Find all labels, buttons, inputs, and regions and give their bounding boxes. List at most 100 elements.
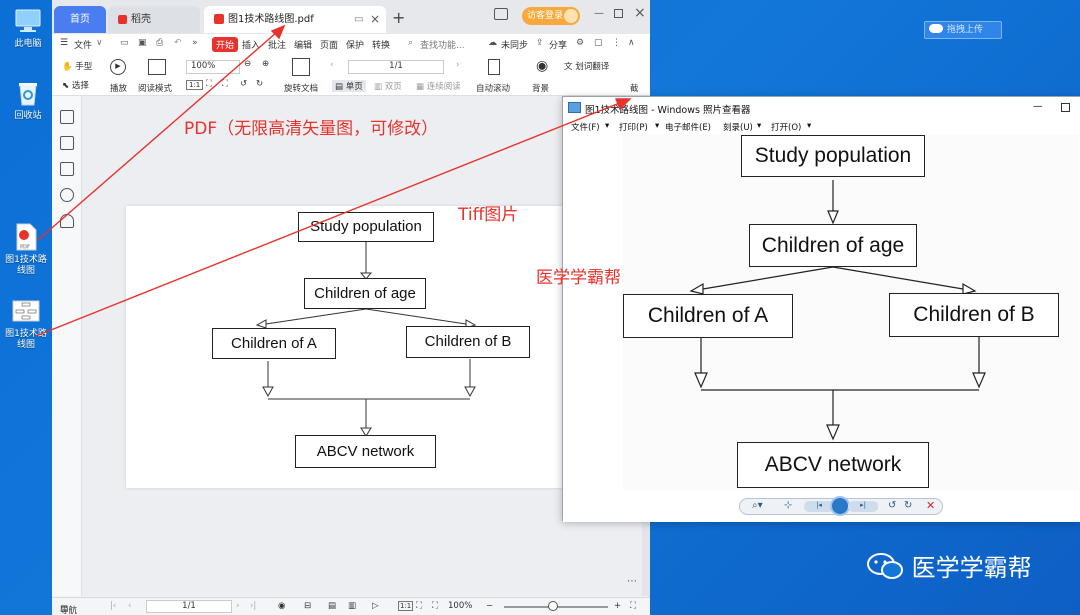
hamburger-icon[interactable]: ☰ [60, 38, 68, 48]
viewer-menu-burn[interactable]: 刻录(U) [723, 121, 753, 133]
menu-protect[interactable]: 保护 [346, 38, 364, 51]
play-status-icon[interactable]: ▷ [372, 601, 379, 611]
settings-icon[interactable]: ⚙ [576, 38, 584, 48]
tab-pdf-document[interactable]: 图1技术路线图.pdf ▭ × [204, 6, 386, 33]
stamp-icon[interactable] [60, 214, 74, 228]
status-zoom-in-icon[interactable]: + [614, 601, 621, 611]
menu-file[interactable]: 文件 [74, 38, 92, 51]
guest-login-button[interactable]: 访客登录 [522, 7, 580, 25]
tab-layout-icon[interactable] [494, 8, 508, 20]
thumbnail-icon[interactable] [60, 136, 74, 150]
comment-icon[interactable] [60, 162, 74, 176]
menu-convert[interactable]: 转换 [372, 38, 390, 51]
fit-page-icon[interactable]: ⛶ [206, 79, 212, 89]
eye-mode-icon[interactable]: ◉ [278, 601, 285, 611]
status-page-input[interactable]: 1/1 [146, 600, 232, 613]
viewer-menu-open[interactable]: 打开(O) [771, 121, 801, 133]
select-tool[interactable]: ⬉ 选择 [62, 79, 89, 91]
last-page-icon[interactable]: ›| [250, 601, 256, 611]
zoom-out-icon[interactable]: ⊖ [244, 59, 251, 69]
auto-scroll-icon[interactable] [488, 59, 500, 75]
status-zoom[interactable]: 100% [448, 601, 472, 611]
menu-annotate[interactable]: 批注 [268, 38, 286, 51]
desktop-icon-pdf-file[interactable]: PDF 图1技术路线图 [2, 222, 50, 277]
save-icon[interactable]: ▣ [138, 38, 147, 48]
prev-page-icon[interactable]: ‹ [330, 60, 333, 70]
menu-edit[interactable]: 编辑 [294, 38, 312, 51]
print-icon[interactable]: ⎙ [156, 38, 163, 48]
screenshot-button[interactable]: 截 [630, 82, 639, 94]
desktop-icon-this-pc[interactable]: 此电脑 [4, 6, 52, 50]
play-icon[interactable]: ▶ [110, 59, 126, 75]
rotate-doc-button[interactable]: 旋转文档 [284, 82, 318, 94]
viewer-menu-file[interactable]: 文件(F) [571, 121, 600, 133]
viewer-menu-print[interactable]: 打印(P) [619, 121, 648, 133]
hand-tool[interactable]: ✋ 手型 [62, 60, 92, 72]
tab-pin-icon[interactable]: ▭ [354, 6, 363, 33]
drag-upload-button[interactable]: 拖拽上传 [924, 21, 1002, 39]
next-page-icon[interactable]: › [456, 60, 459, 70]
background-button[interactable]: 背景 [532, 82, 549, 94]
fullscreen-icon[interactable]: ⛶ [630, 601, 636, 611]
tab-home[interactable]: 首页 [54, 6, 106, 33]
next-icon[interactable]: ▸| [848, 501, 878, 512]
rotate-cw-icon[interactable]: ↻ [904, 500, 912, 511]
book-icon[interactable] [148, 59, 166, 75]
read-mode-button[interactable]: 阅读模式 [138, 82, 172, 94]
collapse-ribbon-icon[interactable]: ∧ [628, 38, 635, 48]
fit-width-icon[interactable]: ⛶ [222, 79, 228, 89]
zoom-icon[interactable]: ⌕▾ [752, 500, 763, 511]
fit-page-status-icon[interactable]: ⛶ [416, 601, 422, 611]
eye-icon[interactable]: ◉ [536, 58, 548, 74]
open-folder-icon[interactable]: ▭ [120, 38, 129, 48]
translate-button[interactable]: 文 划词翻译 [564, 60, 609, 72]
menu-page[interactable]: 页面 [320, 38, 338, 51]
viewer-menu-email[interactable]: 电子邮件(E) [665, 121, 711, 133]
continuous-read-button[interactable]: ▦ 连续阅读 [416, 80, 461, 92]
bookmark-icon[interactable] [60, 110, 74, 124]
status-zoom-out-icon[interactable]: − [486, 601, 493, 611]
menu-start[interactable]: 开始 [212, 37, 239, 52]
slideshow-icon[interactable] [830, 496, 850, 516]
fit-width-status-icon[interactable]: ⛶ [432, 601, 438, 611]
status-prev-icon[interactable]: ‹ [128, 601, 131, 611]
auto-scroll-button[interactable]: 自动滚动 [476, 82, 510, 94]
zoom-select[interactable]: 100% [186, 60, 240, 74]
actual-size-icon[interactable]: 1:1 [186, 80, 204, 90]
zoom-slider-handle[interactable] [548, 601, 558, 611]
single-page-button[interactable]: ▤ 单页 [332, 80, 366, 92]
more-dots-icon[interactable]: ⋯ [627, 576, 637, 587]
page-nav-input[interactable]: 1/1 [348, 60, 444, 74]
rotate-doc-icon[interactable] [292, 58, 310, 76]
zoom-in-icon[interactable]: ⊕ [262, 59, 269, 69]
rotate-ccw-icon[interactable]: ↺ [888, 500, 896, 511]
undo-icon[interactable]: ↶ [174, 38, 182, 48]
status-next-icon[interactable]: › [236, 601, 239, 611]
tab-close-icon[interactable]: × [370, 6, 380, 33]
actual-size-viewer-icon[interactable]: ⊹ [784, 500, 792, 511]
viewer-minimize-icon[interactable]: — [1033, 101, 1043, 112]
share-button[interactable]: 分享 [549, 38, 567, 51]
new-tab-icon[interactable]: + [392, 8, 405, 27]
close-window-icon[interactable]: × [634, 5, 646, 21]
feature-search-input[interactable]: 查找功能... [420, 38, 465, 51]
double-page-button[interactable]: ▥ 双页 [374, 80, 402, 92]
play-button[interactable]: 播放 [110, 82, 127, 94]
attachment-icon[interactable] [60, 188, 74, 202]
sync-status[interactable]: 未同步 [501, 38, 528, 51]
minimize-icon[interactable]: — [594, 8, 604, 19]
double-view-icon[interactable]: ▥ [348, 601, 356, 611]
rotate-right-icon[interactable]: ↻ [256, 79, 263, 89]
more-options-icon[interactable]: ⋮ [612, 38, 621, 48]
desktop-icon-tiff-file[interactable]: 图1技术路线图 [2, 296, 50, 351]
first-page-icon[interactable]: |‹ [110, 601, 116, 611]
delete-icon[interactable]: ✕ [926, 499, 935, 512]
fit-icon[interactable]: ⊟ [304, 601, 311, 611]
actual-size-status-icon[interactable]: 1:1 [398, 601, 414, 611]
chevron-down-icon[interactable]: ∨ [96, 38, 103, 48]
maximize-icon[interactable] [614, 9, 623, 18]
desktop-icon-recycle-bin[interactable]: 回收站 [4, 78, 52, 122]
viewer-maximize-icon[interactable] [1061, 103, 1070, 112]
feedback-icon[interactable]: ▢ [594, 38, 603, 48]
more-icon[interactable]: » [192, 38, 198, 48]
